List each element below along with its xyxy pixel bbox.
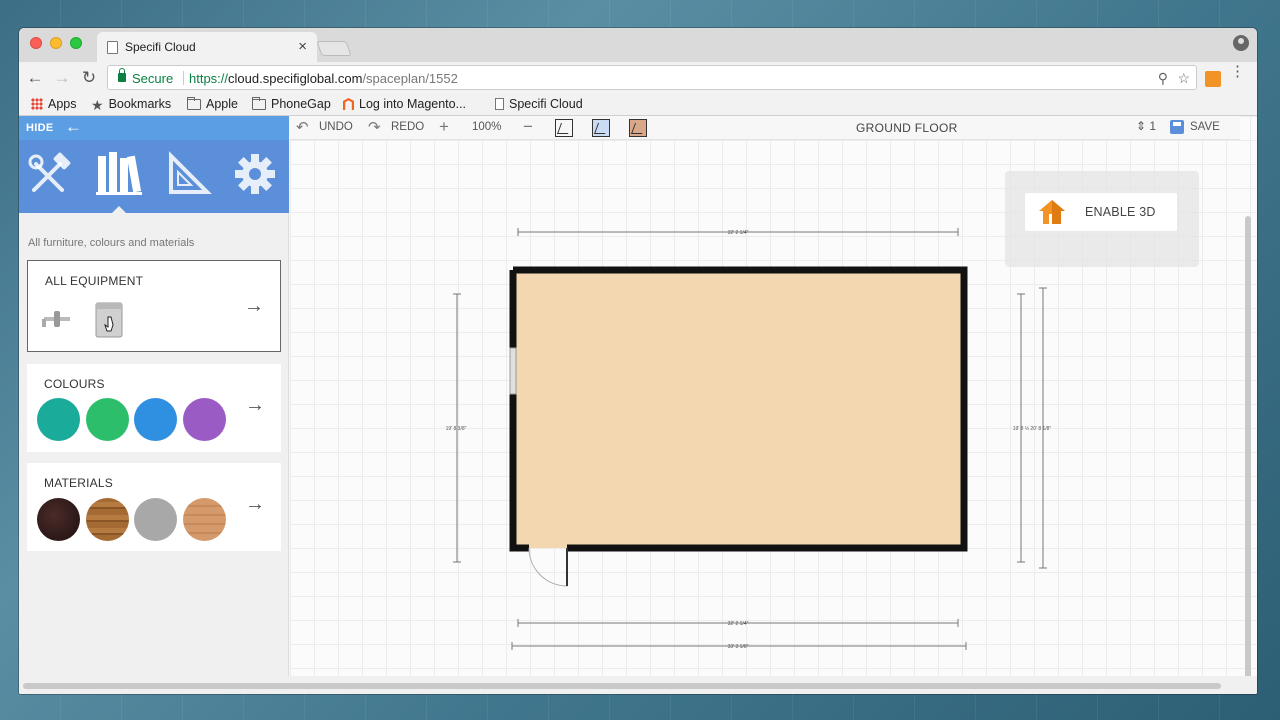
forward-button[interactable]: → xyxy=(51,67,73,89)
colours-card[interactable]: COLOURS → xyxy=(27,364,281,452)
bookmark-apps[interactable]: Apps xyxy=(31,97,77,111)
bookmark-label: Specifi Cloud xyxy=(509,97,583,111)
profile-icon[interactable] xyxy=(1233,35,1249,51)
page-icon xyxy=(495,98,504,110)
card-title: COLOURS xyxy=(44,377,105,391)
dimension-left: 19' 8 3/8" xyxy=(446,426,467,432)
all-equipment-card[interactable]: ALL EQUIPMENT → xyxy=(27,260,281,352)
dimension-bottom-inner: 32' 2 1/4" xyxy=(728,621,749,627)
browser-menu-icon[interactable]: ⋮ xyxy=(1230,64,1245,79)
url-protocol: https:// xyxy=(189,71,229,86)
sidebar: HIDE ← All furniture, colours and materi… xyxy=(19,116,289,694)
grid-icon xyxy=(31,98,43,110)
room-floor[interactable] xyxy=(513,270,964,548)
new-tab-button[interactable] xyxy=(316,41,352,56)
bookmark-label: Log into Magento... xyxy=(359,97,467,111)
bookmark-star-icon[interactable]: ☆ xyxy=(1177,70,1190,87)
arrow-left-icon[interactable]: ← xyxy=(65,117,82,137)
hide-label[interactable]: HIDE xyxy=(26,122,53,134)
house-icon xyxy=(1039,200,1065,224)
material-swatch-beech[interactable] xyxy=(183,498,226,541)
tool-tabs xyxy=(19,140,289,213)
library-icon xyxy=(96,152,142,195)
url-text[interactable]: https://cloud.specifiglobal.com/spacepla… xyxy=(189,71,458,86)
hide-bar[interactable]: HIDE ← xyxy=(19,116,289,140)
minimize-window-button[interactable] xyxy=(50,37,62,49)
browser-toolbar: ← → ↻ Secure https://cloud.specifiglobal… xyxy=(19,62,1257,94)
maximize-window-button[interactable] xyxy=(70,37,82,49)
bookmark-apple[interactable]: Apple xyxy=(187,97,238,111)
tab-close-icon[interactable]: × xyxy=(298,38,307,55)
address-bar[interactable]: Secure https://cloud.specifiglobal.com/s… xyxy=(107,65,1197,90)
back-button[interactable]: ← xyxy=(24,67,46,89)
plan-canvas[interactable]: ↶ UNDO ↷ REDO + 100% − GROUND FLOOR ⇕ 1 … xyxy=(290,116,1257,676)
bookmark-label: Apps xyxy=(48,97,77,111)
tap-fitting-icon xyxy=(42,311,70,327)
cabinet-icon xyxy=(95,302,123,338)
dimension-right: 19' 8 ½ 20' 8 1/8" xyxy=(1013,425,1052,432)
bookmark-label: Bookmarks xyxy=(108,97,172,111)
bookmark-phonegap[interactable]: PhoneGap xyxy=(252,97,331,111)
star-icon: ★ xyxy=(91,97,104,113)
colour-swatch-green[interactable] xyxy=(86,398,129,441)
url-host: cloud.specifiglobal.com xyxy=(228,71,363,86)
colour-swatch-teal[interactable] xyxy=(37,398,80,441)
library-caption: All furniture, colours and materials xyxy=(28,237,195,249)
enable-3d-panel: ENABLE 3D xyxy=(1005,171,1199,267)
bookmark-label: PhoneGap xyxy=(271,97,331,111)
tab-measure[interactable] xyxy=(160,150,216,202)
door-swing[interactable] xyxy=(528,547,568,587)
bookmark-label: Apple xyxy=(206,97,238,111)
space-planner-app: HIDE ← All furniture, colours and materi… xyxy=(19,116,1257,694)
colour-swatch-purple[interactable] xyxy=(183,398,226,441)
card-title: ALL EQUIPMENT xyxy=(45,274,144,288)
page-icon xyxy=(107,41,118,54)
arrow-right-icon[interactable]: → xyxy=(245,394,265,417)
enable-3d-label: ENABLE 3D xyxy=(1085,205,1156,219)
lock-icon xyxy=(118,68,126,82)
folder-icon xyxy=(252,97,266,110)
arrow-right-icon[interactable]: → xyxy=(244,295,264,318)
dimension-top: 32' 2 1/4" xyxy=(728,230,749,236)
arrow-right-icon[interactable]: → xyxy=(245,493,265,516)
horizontal-scrollbar[interactable] xyxy=(23,683,1221,689)
secure-label: Secure xyxy=(132,71,174,86)
bookmark-bookmarks[interactable]: ★ Bookmarks xyxy=(91,97,171,114)
tab-title: Specifi Cloud xyxy=(125,40,196,54)
tools-icon xyxy=(28,152,71,192)
close-window-button[interactable] xyxy=(30,37,42,49)
reload-button[interactable]: ↻ xyxy=(78,67,100,89)
material-swatch-grey[interactable] xyxy=(134,498,177,541)
tab-tools[interactable] xyxy=(23,150,79,202)
material-swatch-oak[interactable] xyxy=(86,498,129,541)
bookmark-magento[interactable]: Log into Magento... xyxy=(343,97,466,111)
colour-swatch-blue[interactable] xyxy=(134,398,177,441)
tab-library[interactable] xyxy=(91,150,147,213)
materials-card[interactable]: MATERIALS → xyxy=(27,463,281,551)
set-square-icon xyxy=(169,151,212,194)
vertical-scrollbar[interactable] xyxy=(1245,216,1251,694)
bookmark-specifi[interactable]: Specifi Cloud xyxy=(495,97,583,111)
address-divider xyxy=(183,71,184,85)
tab-settings[interactable] xyxy=(227,150,283,202)
extension-icon[interactable] xyxy=(1205,71,1221,87)
browser-window: Specifi Cloud × ← → ↻ Secure https://clo… xyxy=(19,28,1257,694)
window-opening[interactable] xyxy=(509,347,517,395)
dimension-bottom-outer: 33' 3 1/8" xyxy=(728,644,749,650)
bookmarks-bar: Apps ★ Bookmarks Apple PhoneGap Log into … xyxy=(19,94,1257,116)
gear-icon xyxy=(235,154,275,194)
key-icon[interactable]: ⚲ xyxy=(1158,70,1168,87)
url-path: /spaceplan/1552 xyxy=(362,71,458,86)
enable-3d-button[interactable]: ENABLE 3D xyxy=(1025,193,1177,231)
magento-icon xyxy=(343,98,354,110)
folder-icon xyxy=(187,97,201,110)
browser-tab[interactable]: Specifi Cloud × xyxy=(97,32,317,62)
tab-strip: Specifi Cloud × xyxy=(19,28,1257,62)
material-swatch-dark-wood[interactable] xyxy=(37,498,80,541)
card-title: MATERIALS xyxy=(44,476,113,490)
